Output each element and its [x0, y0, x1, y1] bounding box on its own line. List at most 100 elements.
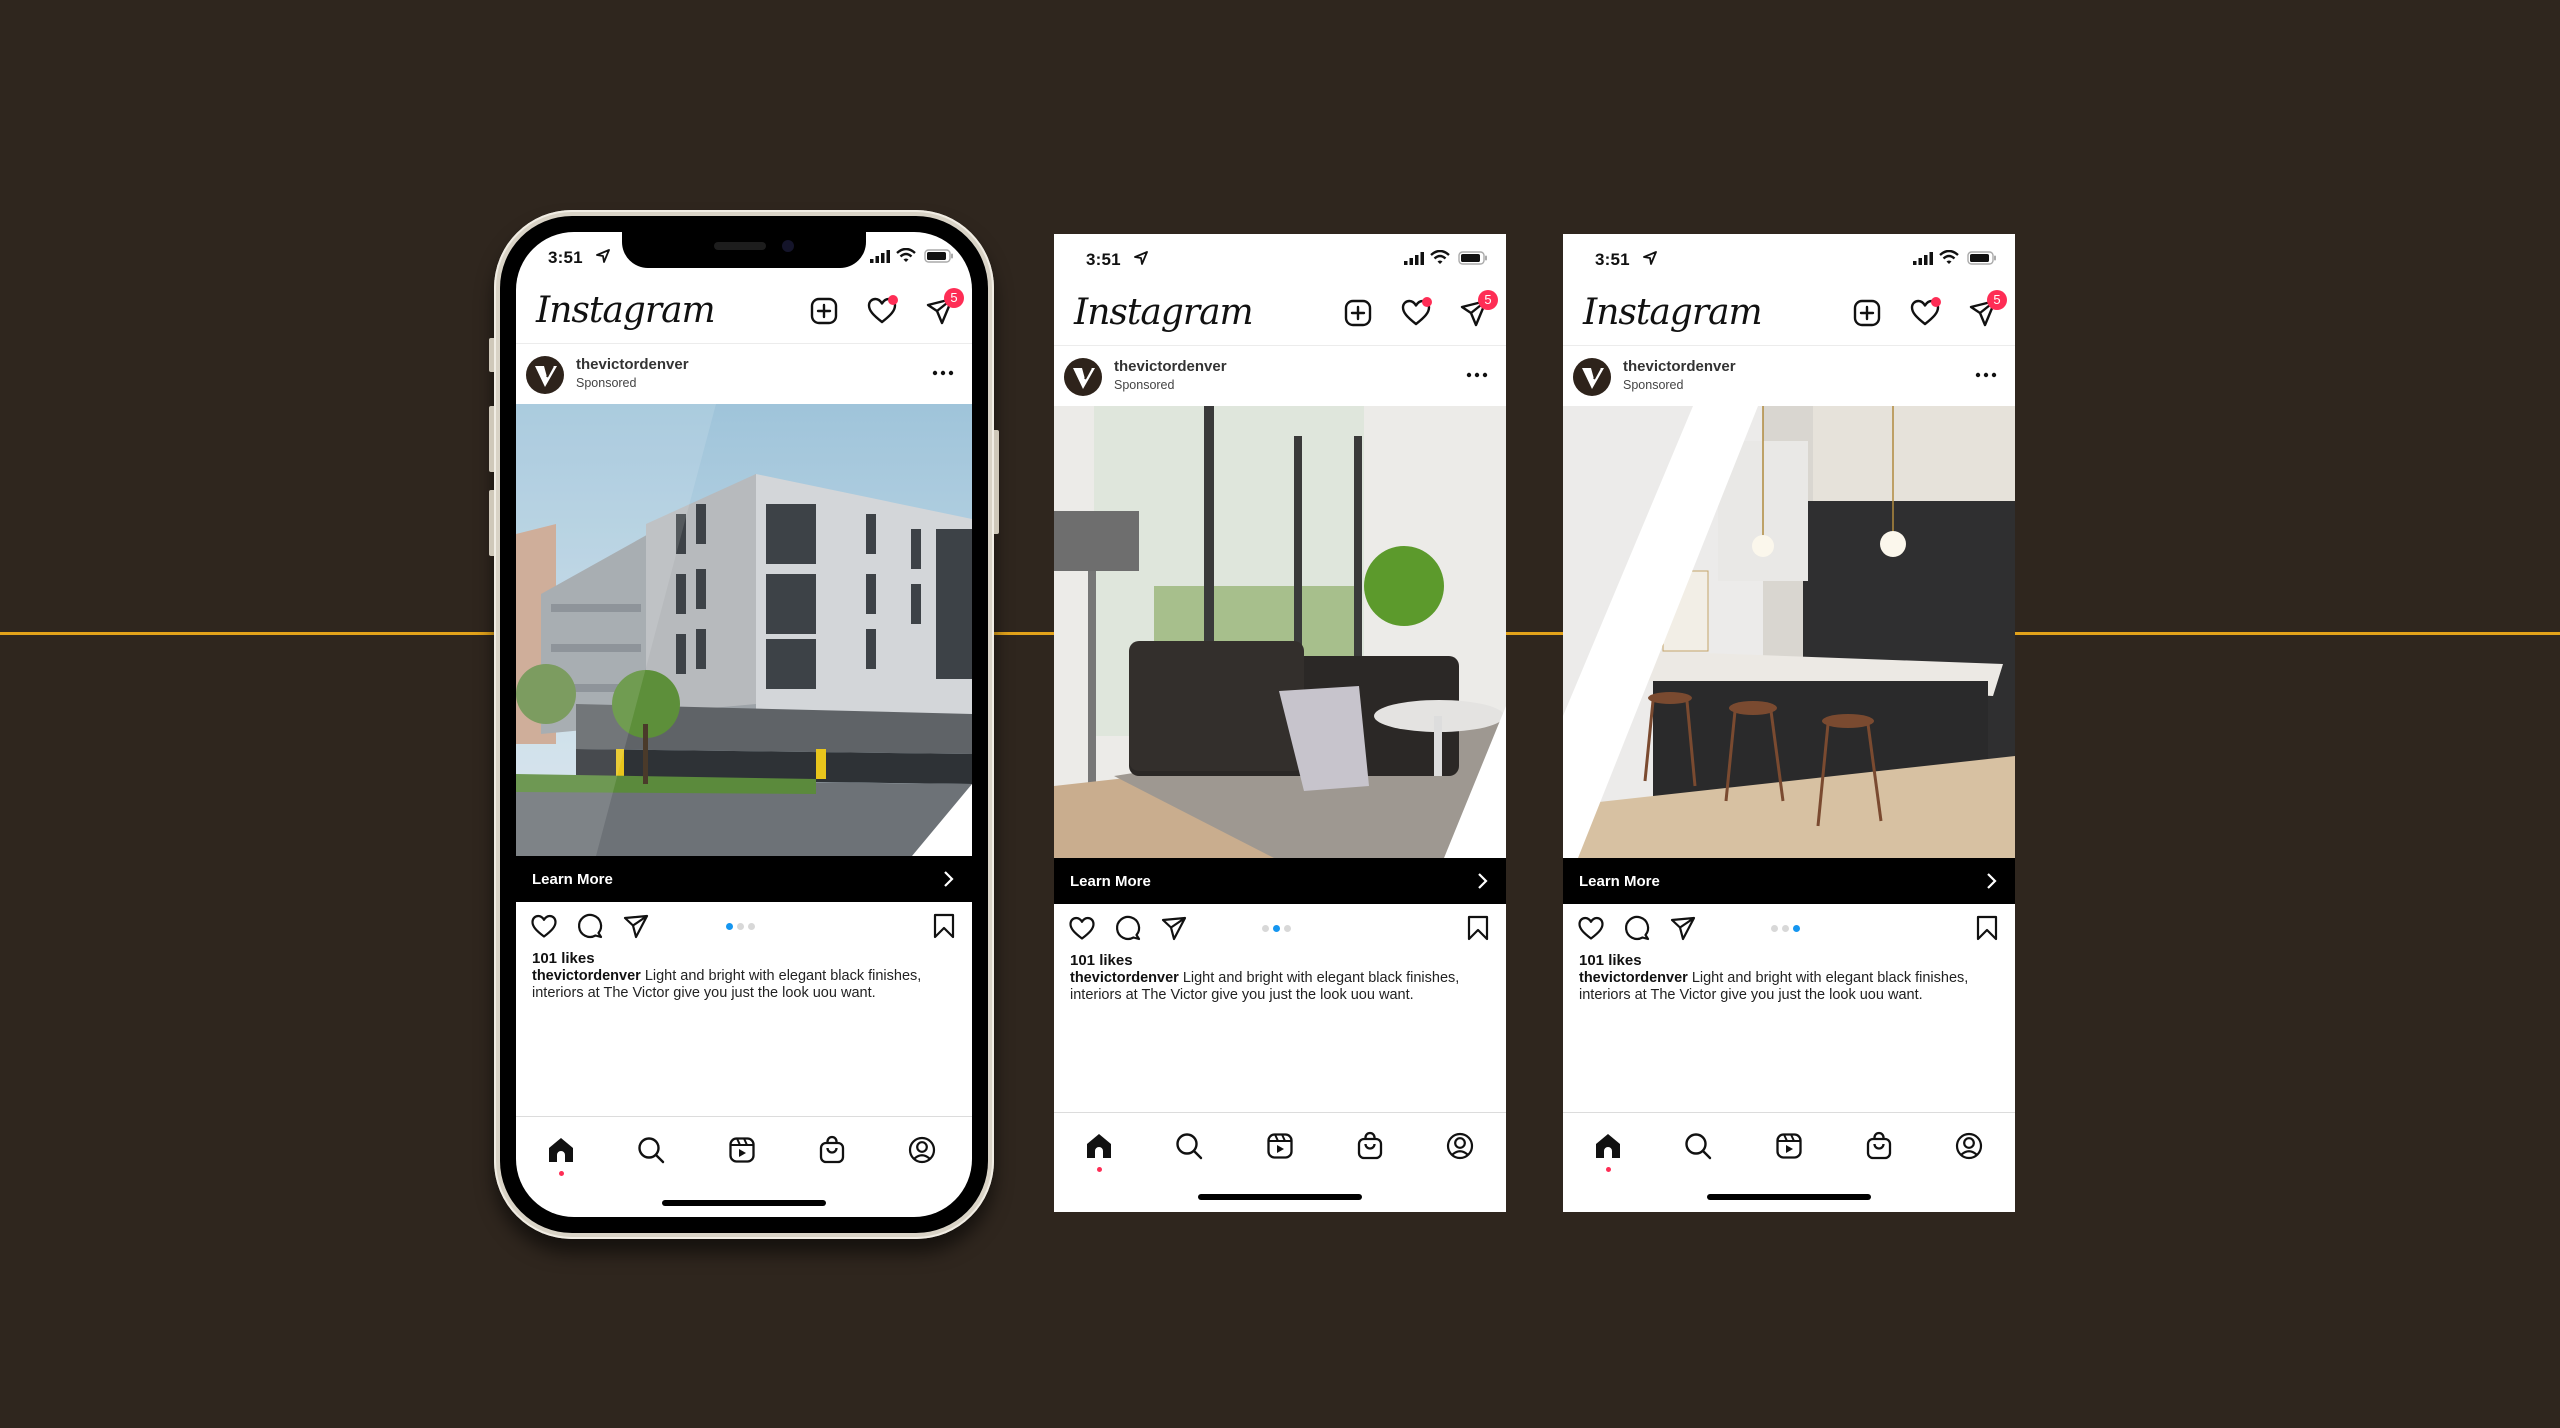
likes-count[interactable]: 101 likes	[532, 950, 595, 967]
post-username[interactable]: thevictordenver	[576, 356, 689, 373]
share-plane-icon[interactable]	[622, 912, 650, 940]
victor-logo-icon	[1582, 367, 1604, 389]
comment-icon[interactable]	[576, 912, 604, 940]
wifi-icon	[1430, 250, 1450, 264]
carousel-dot-3	[1793, 925, 1800, 932]
more-options-icon[interactable]	[1975, 372, 1997, 378]
post-image[interactable]	[1563, 406, 2015, 858]
kitchen-illustration	[1563, 406, 2015, 858]
search-icon[interactable]	[636, 1135, 666, 1165]
notch	[622, 232, 866, 268]
phone-mockup-1: 3:51 Instagram 5 thevictordenver Sponsor…	[489, 210, 999, 1239]
more-options-icon[interactable]	[932, 370, 954, 376]
phone-screen-2: 3:51 Instagram 5 thevictordenver Sponsor…	[1054, 234, 1506, 1212]
profile-icon[interactable]	[907, 1135, 937, 1165]
volume-up-button	[489, 406, 494, 472]
victor-logo-icon	[535, 365, 557, 387]
shop-icon[interactable]	[1864, 1131, 1894, 1161]
living-room-illustration	[1054, 406, 1506, 858]
instagram-header: Instagram 5	[1054, 280, 1506, 346]
caption-username[interactable]: thevictordenver	[1070, 970, 1179, 986]
carousel-indicator	[1262, 925, 1298, 933]
new-post-button[interactable]	[1851, 297, 1883, 329]
home-active-dot	[1097, 1167, 1102, 1172]
learn-more-button[interactable]: Learn More	[1563, 858, 2015, 904]
direct-messages-button[interactable]: 5	[1458, 290, 1498, 329]
chevron-right-icon	[944, 871, 954, 887]
post-image[interactable]	[1054, 406, 1506, 858]
wifi-icon	[896, 248, 916, 262]
avatar[interactable]	[526, 356, 564, 394]
reels-icon[interactable]	[727, 1135, 757, 1165]
share-plane-icon[interactable]	[1669, 914, 1697, 942]
cellular-signal-icon	[870, 250, 890, 263]
home-icon[interactable]	[1593, 1131, 1623, 1161]
profile-icon[interactable]	[1445, 1131, 1475, 1161]
search-icon[interactable]	[1174, 1131, 1204, 1161]
share-plane-icon[interactable]	[1160, 914, 1188, 942]
front-camera	[782, 240, 794, 252]
status-bar: 3:51	[1563, 234, 2015, 278]
bookmark-icon[interactable]	[930, 912, 958, 940]
post-username[interactable]: thevictordenver	[1114, 358, 1227, 375]
battery-icon	[1458, 251, 1487, 265]
caption-username[interactable]: thevictordenver	[1579, 970, 1688, 986]
status-bar: 3:51	[1054, 234, 1506, 278]
instagram-logo[interactable]: Instagram	[1583, 292, 1763, 333]
instagram-logo[interactable]: Instagram	[536, 290, 716, 331]
shop-icon[interactable]	[817, 1135, 847, 1165]
avatar[interactable]	[1064, 358, 1102, 396]
status-time: 3:51	[548, 248, 583, 267]
sponsored-label: Sponsored	[576, 376, 637, 390]
bookmark-icon[interactable]	[1973, 914, 2001, 942]
post-header: thevictordenver Sponsored	[1563, 346, 2015, 406]
home-icon[interactable]	[1084, 1131, 1114, 1161]
bottom-nav	[1563, 1112, 2015, 1172]
activity-button[interactable]	[1909, 297, 1941, 329]
profile-icon[interactable]	[1954, 1131, 1984, 1161]
more-options-icon[interactable]	[1466, 372, 1488, 378]
bookmark-icon[interactable]	[1464, 914, 1492, 942]
dm-badge: 5	[1478, 290, 1498, 310]
post-actions	[1563, 904, 2015, 948]
new-post-button[interactable]	[1342, 297, 1374, 329]
post-header: thevictordenver Sponsored	[1054, 346, 1506, 406]
carousel-dot-2	[1782, 925, 1789, 932]
comment-icon[interactable]	[1623, 914, 1651, 942]
caption-username[interactable]: thevictordenver	[532, 968, 641, 984]
avatar[interactable]	[1573, 358, 1611, 396]
reels-icon[interactable]	[1774, 1131, 1804, 1161]
learn-more-button[interactable]: Learn More	[516, 856, 972, 902]
building-exterior-illustration	[516, 404, 972, 856]
like-heart-icon[interactable]	[1068, 914, 1096, 942]
new-post-button[interactable]	[808, 295, 840, 327]
reels-icon[interactable]	[1265, 1131, 1295, 1161]
instagram-logo[interactable]: Instagram	[1074, 292, 1254, 333]
home-active-dot	[559, 1171, 564, 1176]
comment-icon[interactable]	[1114, 914, 1142, 942]
direct-messages-button[interactable]: 5	[924, 288, 964, 327]
mute-switch	[489, 338, 494, 372]
like-heart-icon[interactable]	[530, 912, 558, 940]
location-arrow-icon	[1643, 251, 1657, 265]
carousel-indicator	[1771, 925, 1807, 933]
shop-icon[interactable]	[1355, 1131, 1385, 1161]
learn-more-button[interactable]: Learn More	[1054, 858, 1506, 904]
direct-messages-button[interactable]: 5	[1967, 290, 2007, 329]
home-indicator[interactable]	[1198, 1194, 1362, 1200]
like-heart-icon[interactable]	[1577, 914, 1605, 942]
carousel-dot-3	[748, 923, 755, 930]
chevron-right-icon	[1987, 873, 1997, 889]
home-indicator[interactable]	[1707, 1194, 1871, 1200]
likes-count[interactable]: 101 likes	[1070, 952, 1133, 969]
home-indicator[interactable]	[662, 1200, 826, 1206]
likes-count[interactable]: 101 likes	[1579, 952, 1642, 969]
location-arrow-icon	[596, 249, 610, 263]
search-icon[interactable]	[1683, 1131, 1713, 1161]
home-icon[interactable]	[546, 1135, 576, 1165]
chevron-right-icon	[1478, 873, 1488, 889]
activity-button[interactable]	[1400, 297, 1432, 329]
activity-button[interactable]	[866, 295, 898, 327]
post-username[interactable]: thevictordenver	[1623, 358, 1736, 375]
post-image[interactable]	[516, 404, 972, 856]
